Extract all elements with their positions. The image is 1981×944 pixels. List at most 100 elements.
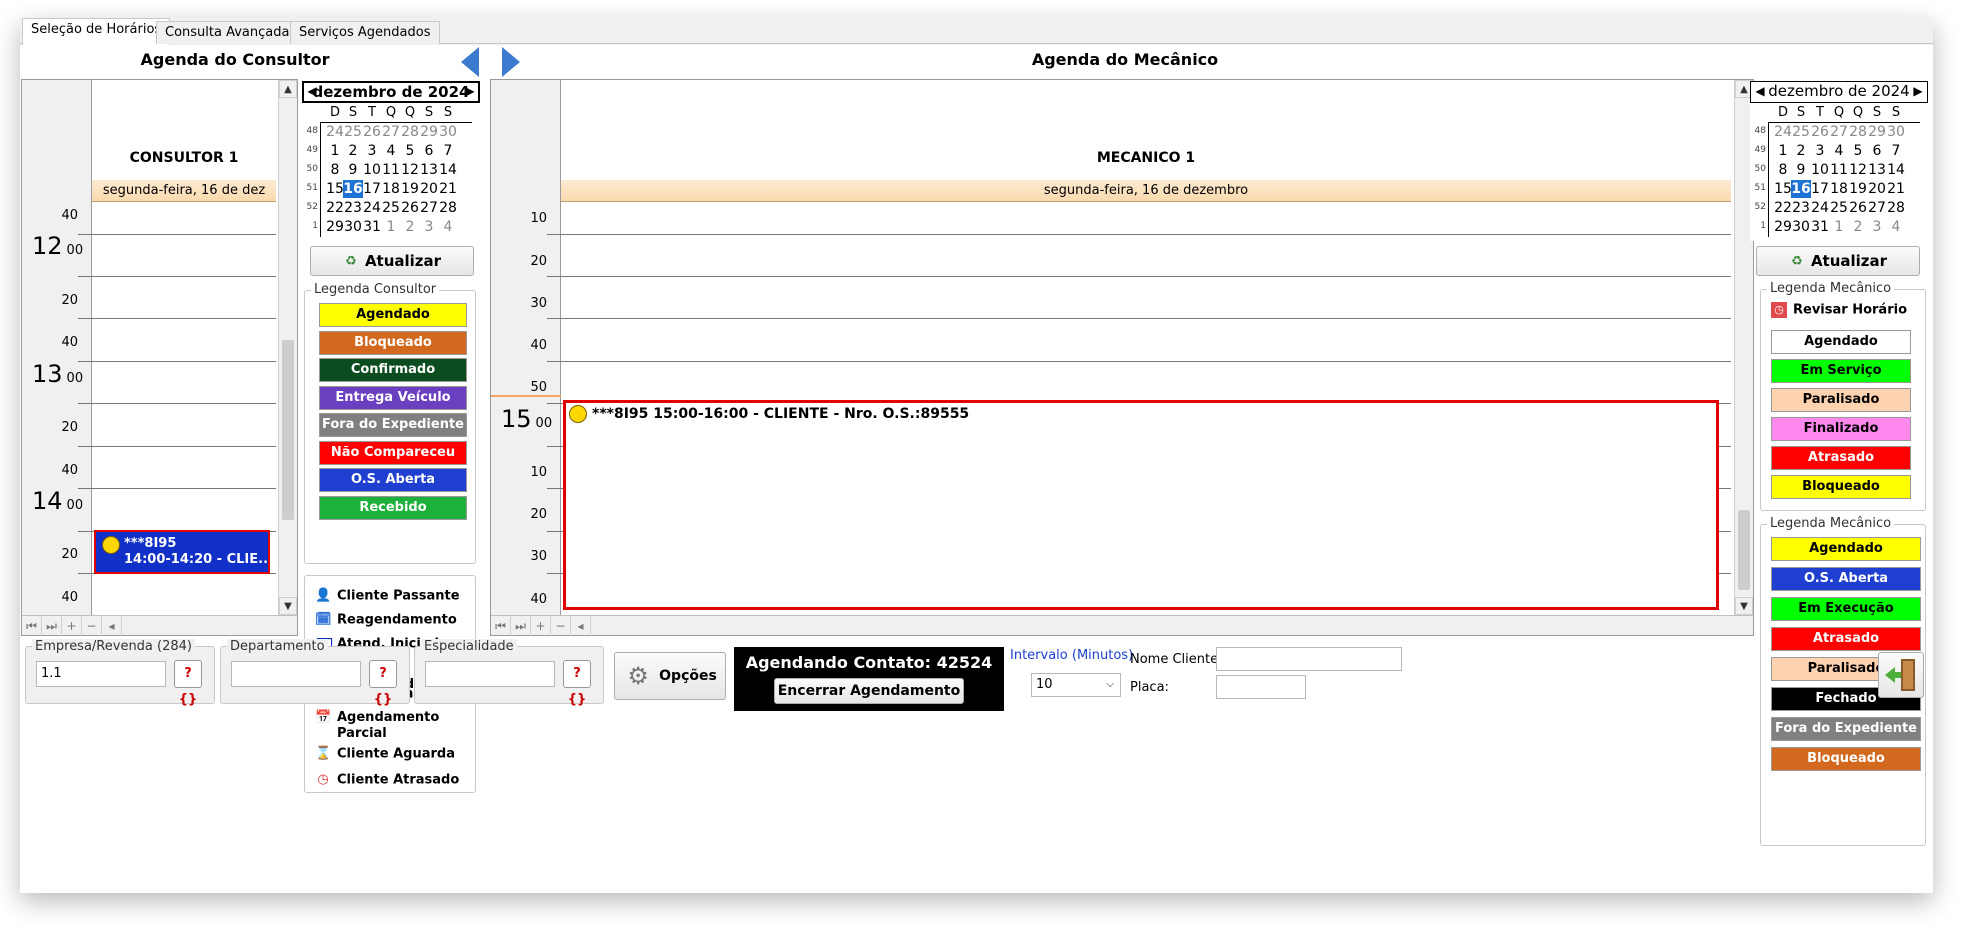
scroll-down-icon[interactable]: ▼ [279,597,297,615]
tab-selecao-horarios[interactable]: Seleção de Horários [22,18,171,45]
departamento-lookup-button[interactable]: ?{} [369,660,397,707]
calendar-right[interactable]: dezembro de 2024 ◀ ▶ D S T Q Q S S 48 24 25 26 27 28… [1750,81,1928,241]
calendar-prev-icon[interactable]: ◀ [304,81,320,101]
calendar-day[interactable]: 3 [1810,142,1830,160]
placa-input[interactable] [1216,675,1306,699]
nav-add-icon[interactable]: + [531,616,551,636]
calendar-day[interactable]: 18 [1829,180,1849,198]
calendar-day[interactable]: 27 [1829,123,1849,141]
calendar-day[interactable]: 25 [381,199,401,217]
scroll-up-icon[interactable]: ▲ [279,80,297,98]
especialidade-input[interactable] [425,661,555,687]
calendar-day[interactable]: 2 [400,218,420,236]
calendar-day[interactable]: 11 [1829,161,1849,179]
scroll-down-icon[interactable]: ▼ [1735,597,1753,615]
calendar-day[interactable]: 30 [1886,123,1906,141]
nav-left-icon[interactable]: ◂ [102,616,122,636]
calendar-day[interactable]: 17 [362,180,382,198]
mecanico-navigator[interactable]: ⏮ ⏭ + − ◂ [491,615,1753,636]
calendar-prev-icon[interactable]: ◀ [1752,81,1768,101]
calendar-day[interactable]: 1 [1773,142,1793,160]
nav-remove-icon[interactable]: − [82,616,102,636]
consultor-appointment[interactable]: ***8I95 14:00-14:20 - CLIE... [94,530,270,574]
calendar-day[interactable]: 3 [362,142,382,160]
nav-left-icon[interactable]: ◂ [571,616,591,636]
calendar-day[interactable]: 19 [1848,180,1868,198]
calendar-day[interactable]: 21 [438,180,458,198]
calendar-day[interactable]: 11 [381,161,401,179]
encerrar-agendamento-button[interactable]: Encerrar Agendamento [774,678,964,704]
calendar-day[interactable]: 21 [1886,180,1906,198]
tab-servicos-agendados[interactable]: Serviços Agendados [290,21,440,44]
prev-arrow-icon[interactable] [457,45,483,79]
mecanico-appointment[interactable]: ***8I95 15:00-16:00 - CLIENTE - Nro. O.S… [563,400,1719,610]
calendar-day[interactable]: 14 [1886,161,1906,179]
calendar-day[interactable]: 31 [1810,218,1830,236]
calendar-day[interactable]: 7 [438,142,458,160]
calendar-day[interactable]: 6 [419,142,439,160]
calendar-day[interactable]: 30 [343,218,363,236]
empresa-input[interactable]: 1.1 [36,661,166,687]
calendar-day[interactable]: 13 [419,161,439,179]
calendar-day[interactable]: 4 [438,218,458,236]
calendar-day[interactable]: 15 [325,180,345,198]
calendar-day[interactable]: 1 [381,218,401,236]
calendar-day[interactable]: 17 [1810,180,1830,198]
calendar-day[interactable]: 4 [1829,142,1849,160]
calendar-day[interactable]: 28 [1848,123,1868,141]
calendar-day[interactable]: 30 [438,123,458,141]
nav-first-icon[interactable]: ⏮ [491,616,511,636]
calendar-day[interactable]: 16 [1791,180,1811,198]
calendar-day[interactable]: 26 [1848,199,1868,217]
calendar-day[interactable]: 4 [1886,218,1906,236]
calendar-day[interactable]: 22 [325,199,345,217]
calendar-day[interactable]: 30 [1791,218,1811,236]
calendar-day[interactable]: 1 [325,142,345,160]
calendar-day[interactable]: 6 [1867,142,1887,160]
calendar-day[interactable]: 24 [1773,123,1793,141]
calendar-day[interactable]: 9 [343,161,363,179]
calendar-day[interactable]: 29 [1867,123,1887,141]
refresh-agenda-button-left[interactable]: ♻Atualizar Agenda [310,246,474,298]
nav-remove-icon[interactable]: − [551,616,571,636]
calendar-day[interactable]: 24 [362,199,382,217]
calendar-day[interactable]: 13 [1867,161,1887,179]
exit-button[interactable] [1878,652,1924,698]
calendar-day[interactable]: 19 [400,180,420,198]
calendar-day[interactable]: 5 [1848,142,1868,160]
calendar-day[interactable]: 18 [381,180,401,198]
calendar-day[interactable]: 9 [1791,161,1811,179]
calendar-day[interactable]: 29 [419,123,439,141]
calendar-day[interactable]: 26 [400,199,420,217]
calendar-day[interactable]: 29 [1773,218,1793,236]
calendar-day[interactable]: 4 [381,142,401,160]
calendar-day[interactable]: 10 [1810,161,1830,179]
calendar-day[interactable]: 7 [1886,142,1906,160]
consultor-navigator[interactable]: ⏮ ⏭ + − ◂ [22,615,297,636]
calendar-next-icon[interactable]: ▶ [1910,81,1926,101]
calendar-day[interactable]: 24 [325,123,345,141]
empresa-lookup-button[interactable]: ?{} [174,660,202,707]
calendar-day[interactable]: 28 [438,199,458,217]
calendar-day[interactable]: 12 [1848,161,1868,179]
calendar-day[interactable]: 26 [362,123,382,141]
calendar-day[interactable]: 8 [1773,161,1793,179]
calendar-left[interactable]: dezembro de 2024 ◀ ▶ D S T Q Q S S 48 24 25 26 27 28… [302,81,480,241]
refresh-agenda-button-right[interactable]: ♻Atualizar Agenda [1756,246,1920,298]
nav-add-icon[interactable]: + [62,616,82,636]
calendar-day[interactable]: 20 [419,180,439,198]
calendar-day[interactable]: 2 [1848,218,1868,236]
calendar-day[interactable]: 3 [419,218,439,236]
calendar-day[interactable]: 22 [1773,199,1793,217]
calendar-day[interactable]: 28 [400,123,420,141]
opcoes-button[interactable]: ⚙ Opções [614,652,726,700]
calendar-next-icon[interactable]: ▶ [462,81,478,101]
nav-last-icon[interactable]: ⏭ [42,616,62,636]
calendar-day[interactable]: 26 [1810,123,1830,141]
calendar-day[interactable]: 24 [1810,199,1830,217]
calendar-day[interactable]: 25 [1791,123,1811,141]
calendar-day[interactable]: 31 [362,218,382,236]
nav-first-icon[interactable]: ⏮ [22,616,42,636]
calendar-day[interactable]: 29 [325,218,345,236]
calendar-day[interactable]: 16 [343,180,363,198]
